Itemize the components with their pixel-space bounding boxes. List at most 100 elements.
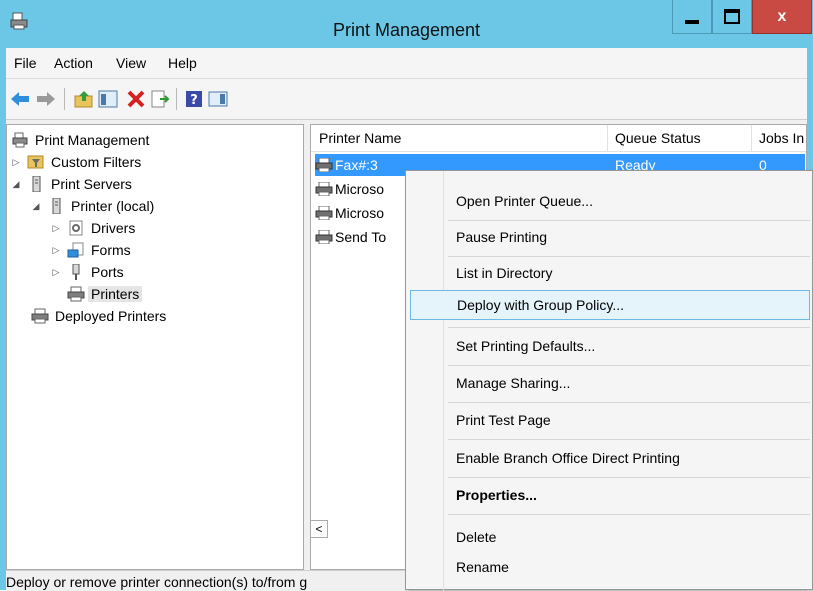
printer-icon [31, 308, 49, 324]
tree-node-drivers[interactable]: ▷ Drivers [51, 217, 136, 239]
server-icon [52, 198, 61, 214]
collapse-icon[interactable]: ◢ [31, 201, 41, 212]
export-list-icon [151, 90, 170, 108]
tree-node-forms[interactable]: ▷ Forms [51, 239, 131, 261]
printer-icon [315, 158, 333, 172]
svg-text:?: ? [190, 93, 198, 108]
server-icon [32, 176, 41, 192]
menu-label: Delete [456, 529, 497, 545]
tree-node-deployed-printers[interactable]: Deployed Printers [31, 305, 166, 327]
action-pane-button[interactable] [208, 89, 228, 109]
menu-item-manage-sharing[interactable]: Manage Sharing... [410, 368, 810, 398]
back-button[interactable] [10, 89, 30, 109]
row-printer-name: Fax#:3 [335, 157, 378, 173]
forms-icon [67, 242, 84, 258]
export-list-button[interactable] [150, 89, 170, 109]
column-printer-name[interactable]: Printer Name [319, 130, 401, 146]
row-printer-name: Microso [335, 205, 385, 221]
action-pane-icon [208, 91, 228, 107]
menu-view[interactable]: View [116, 55, 146, 71]
tree-label-ports: Ports [91, 264, 124, 280]
menu-item-pause-printing[interactable]: Pause Printing [410, 222, 810, 252]
menu-label: Manage Sharing... [456, 375, 571, 391]
printer-icon [315, 206, 333, 220]
up-one-level-button[interactable] [74, 89, 94, 109]
maximize-icon [724, 9, 740, 24]
menu-file[interactable]: File [14, 55, 37, 71]
help-button[interactable]: ? [184, 89, 204, 109]
tree-label-forms: Forms [91, 242, 131, 258]
ports-icon [72, 264, 80, 280]
tree-node-print-servers[interactable]: ◢ Print Servers [11, 173, 132, 195]
drivers-icon [69, 220, 83, 236]
column-jobs-in[interactable]: Jobs In [759, 130, 804, 146]
filter-icon [27, 155, 44, 169]
help-icon: ? [186, 91, 202, 108]
tree-label-print-servers: Print Servers [51, 176, 132, 192]
collapse-icon[interactable]: ◢ [11, 179, 21, 190]
menu-label: Deploy with Group Policy... [457, 297, 625, 313]
forward-button[interactable] [36, 89, 56, 109]
menu-label: Properties... [456, 487, 537, 503]
row-printer-name: Send To [335, 229, 387, 245]
show-hide-tree-icon [98, 90, 118, 108]
tree-node-custom-filters[interactable]: ▷ Custom Filters [11, 151, 142, 173]
minimize-button[interactable] [672, 0, 712, 34]
menu-item-delete[interactable]: Delete [410, 522, 810, 552]
menu-label: Set Printing Defaults... [456, 338, 596, 354]
toolbar: ? [6, 79, 807, 120]
row-printer-name: Microso [335, 181, 385, 197]
menu-label: Enable Branch Office Direct Printing [456, 450, 680, 466]
tree-node-printers[interactable]: Printers [67, 283, 143, 305]
list-header: Printer Name Queue Status Jobs In [311, 125, 806, 152]
print-management-window: Print Management x File Action View Help [0, 0, 813, 591]
tree-node-printer-local[interactable]: ◢ Printer (local) [31, 195, 154, 217]
tree-label-root: Print Management [35, 132, 150, 148]
menu-label: Print Test Page [456, 412, 551, 428]
print-management-icon [12, 132, 28, 148]
menu-item-enable-branch-office[interactable]: Enable Branch Office Direct Printing [410, 443, 810, 473]
printer-icon [315, 182, 333, 196]
title-bar[interactable]: Print Management x [0, 0, 813, 48]
tree-label-printer-local: Printer (local) [71, 198, 155, 214]
menu-item-deploy-group-policy[interactable]: Deploy with Group Policy... [410, 290, 810, 320]
tree-label-drivers: Drivers [91, 220, 136, 236]
minimize-icon [685, 19, 699, 24]
expand-icon[interactable]: ▷ [51, 223, 61, 234]
printer-icon [315, 230, 333, 244]
expand-icon[interactable]: ▷ [51, 267, 61, 278]
menu-item-rename[interactable]: Rename [410, 552, 810, 582]
tree-label-deployed-printers: Deployed Printers [55, 308, 167, 324]
tree-node-print-management[interactable]: Print Management [11, 129, 149, 151]
menu-action[interactable]: Action [54, 55, 93, 71]
column-queue-status[interactable]: Queue Status [615, 130, 701, 146]
printer-icon [67, 286, 85, 302]
tree-label-printers: Printers [88, 286, 143, 302]
menu-help[interactable]: Help [168, 55, 197, 71]
expand-icon[interactable]: ▷ [11, 157, 21, 168]
context-menu: Open Printer Queue... Pause Printing Lis… [405, 170, 813, 591]
delete-button[interactable] [126, 89, 146, 109]
tree-label-custom-filters: Custom Filters [51, 154, 142, 170]
maximize-button[interactable] [712, 0, 752, 34]
menu-item-list-in-directory[interactable]: List in Directory [410, 258, 810, 288]
scroll-left-button[interactable]: < [310, 520, 328, 538]
menu-label: Pause Printing [456, 229, 548, 245]
show-hide-tree-button[interactable] [98, 89, 118, 109]
close-icon: x [777, 7, 787, 25]
menu-item-open-printer-queue[interactable]: Open Printer Queue... [410, 186, 810, 216]
menu-bar: File Action View Help [6, 48, 807, 79]
menu-label: List in Directory [456, 265, 553, 281]
menu-item-set-printing-defaults[interactable]: Set Printing Defaults... [410, 331, 810, 361]
forward-arrow-icon [37, 92, 55, 106]
menu-label: Rename [456, 559, 509, 575]
status-text: Deploy or remove printer connection(s) t… [6, 574, 308, 590]
menu-label: Open Printer Queue... [456, 193, 593, 209]
menu-item-print-test-page[interactable]: Print Test Page [410, 405, 810, 435]
navigation-tree: Print Management ▷ Custom Filters ◢ Prin… [6, 124, 304, 570]
up-folder-icon [74, 91, 93, 108]
close-button[interactable]: x [752, 0, 812, 34]
menu-item-properties[interactable]: Properties... [410, 480, 810, 510]
tree-node-ports[interactable]: ▷ Ports [51, 261, 124, 283]
expand-icon[interactable]: ▷ [51, 245, 61, 256]
